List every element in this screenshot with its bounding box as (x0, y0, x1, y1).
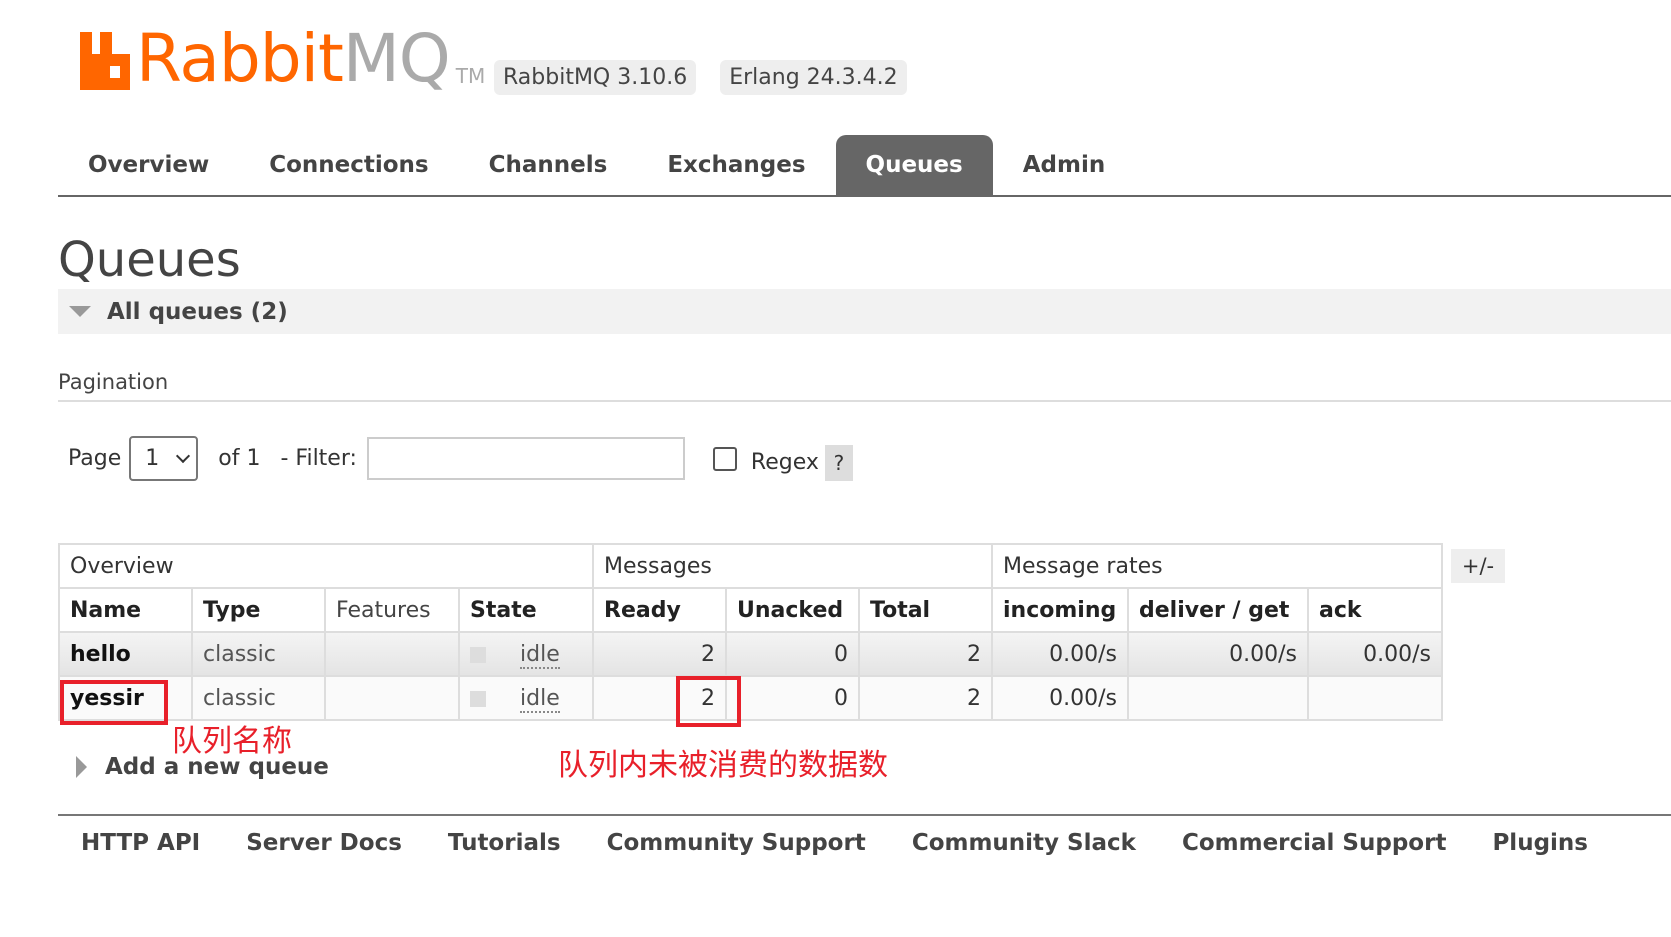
group-message-rates: Message rates (991, 543, 1443, 589)
queue-state: idle (458, 675, 594, 721)
all-queues-section-header[interactable]: All queues (2) (58, 289, 1671, 334)
col-name[interactable]: Name (58, 587, 193, 633)
page-label: Page (68, 446, 122, 471)
footer-link-server-docs[interactable]: Server Docs (223, 830, 425, 856)
queues-table: Overview Messages Message rates Name Typ… (58, 543, 1443, 721)
footer-link-http-api[interactable]: HTTP API (58, 830, 223, 856)
state-indicator-icon (470, 646, 486, 663)
col-type[interactable]: Type (191, 587, 326, 633)
section-title: All queues (2) (107, 298, 288, 325)
add-queue-section-header[interactable]: Add a new queue (76, 754, 329, 780)
tab-connections[interactable]: Connections (239, 135, 458, 195)
rabbitmq-logo-icon (80, 32, 130, 90)
unacked-count: 0 (725, 631, 860, 677)
queue-features (324, 675, 460, 721)
pagination-heading[interactable]: Pagination (58, 370, 168, 394)
expand-triangle-icon (76, 756, 87, 778)
table-group-header-row: Overview Messages Message rates (58, 543, 1443, 589)
ready-annotation: 队列内未被消费的数据数 (558, 748, 888, 783)
page-select[interactable]: 1 (129, 436, 199, 481)
group-messages: Messages (592, 543, 993, 589)
tab-overview[interactable]: Overview (58, 135, 239, 195)
tab-exchanges[interactable]: Exchanges (637, 135, 835, 195)
queue-name-highlight-box (60, 680, 168, 725)
col-features[interactable]: Features (324, 587, 460, 633)
tab-admin[interactable]: Admin (993, 135, 1136, 195)
deliver-get-rate: 0.00/s (1127, 631, 1309, 677)
incoming-rate: 0.00/s (991, 631, 1129, 677)
pager-controls: Page 1 of 1 - Filter: Regex ? (68, 436, 853, 481)
total-count: 2 (858, 675, 993, 721)
page-select-value: 1 (145, 446, 160, 471)
col-incoming[interactable]: incoming (991, 587, 1129, 633)
regex-label: Regex (750, 450, 819, 475)
table-column-header-row: Name Type Features State Ready Unacked T… (58, 587, 1443, 633)
filter-input[interactable] (366, 437, 685, 480)
rabbitmq-logo[interactable]: RabbitMQ TM (80, 26, 486, 92)
queue-type: classic (191, 631, 326, 677)
footer-links: HTTP API Server Docs Tutorials Community… (58, 830, 1611, 856)
col-ack[interactable]: ack (1307, 587, 1443, 633)
queue-features (324, 631, 460, 677)
table-row[interactable]: hello classic idle 2 0 2 0.00/s 0.00/s 0… (58, 631, 1443, 677)
total-count: 2 (858, 631, 993, 677)
state-text: idle (520, 685, 560, 713)
tab-queues[interactable]: Queues (835, 135, 993, 195)
add-queue-label: Add a new queue (105, 754, 329, 780)
unacked-count: 0 (725, 675, 860, 721)
col-unacked[interactable]: Unacked (725, 587, 860, 633)
table-row[interactable]: yessir classic idle 2 0 2 0.00/s (58, 675, 1443, 721)
chevron-down-icon (176, 448, 191, 463)
ack-rate: 0.00/s (1307, 631, 1443, 677)
regex-checkbox[interactable] (712, 446, 737, 471)
regex-help-button[interactable]: ? (824, 444, 853, 481)
col-deliver-get[interactable]: deliver / get (1127, 587, 1309, 633)
queue-name-link[interactable]: hello (58, 631, 193, 677)
col-ready[interactable]: Ready (592, 587, 727, 633)
footer-link-tutorials[interactable]: Tutorials (425, 830, 584, 856)
incoming-rate: 0.00/s (991, 675, 1129, 721)
footer-divider (58, 814, 1671, 816)
page-of-label: of 1 (218, 446, 261, 471)
footer-link-community-slack[interactable]: Community Slack (889, 830, 1159, 856)
version-badges: RabbitMQ 3.10.6 Erlang 24.3.4.2 (494, 60, 907, 95)
queue-state: idle (458, 631, 594, 677)
logo-tm: TM (455, 64, 486, 88)
group-overview: Overview (58, 543, 594, 589)
tab-channels[interactable]: Channels (459, 135, 638, 195)
column-toggle-button[interactable]: +/- (1451, 549, 1505, 583)
footer-link-plugins[interactable]: Plugins (1469, 830, 1611, 856)
col-total[interactable]: Total (858, 587, 993, 633)
pagination-divider (58, 400, 1671, 402)
ready-count: 2 (592, 631, 727, 677)
main-nav: Overview Connections Channels Exchanges … (58, 135, 1671, 197)
page-title: Queues (58, 232, 241, 288)
queue-type: classic (191, 675, 326, 721)
logo-wordmark: RabbitMQ (136, 26, 451, 92)
deliver-get-rate (1127, 675, 1309, 721)
logo-rabbit-text: Rabbit (136, 20, 344, 97)
rabbitmq-version-badge: RabbitMQ 3.10.6 (494, 60, 697, 95)
filter-label: - Filter: (280, 446, 357, 471)
erlang-version-badge: Erlang 24.3.4.2 (720, 60, 907, 95)
collapse-triangle-icon (69, 306, 91, 317)
state-text: idle (520, 641, 560, 669)
ack-rate (1307, 675, 1443, 721)
state-indicator-icon (470, 690, 486, 707)
footer-link-commercial-support[interactable]: Commercial Support (1159, 830, 1470, 856)
logo-mq-text: MQ (342, 20, 451, 97)
col-state[interactable]: State (458, 587, 594, 633)
ready-highlight-box (676, 676, 741, 727)
footer-link-community-support[interactable]: Community Support (584, 830, 889, 856)
